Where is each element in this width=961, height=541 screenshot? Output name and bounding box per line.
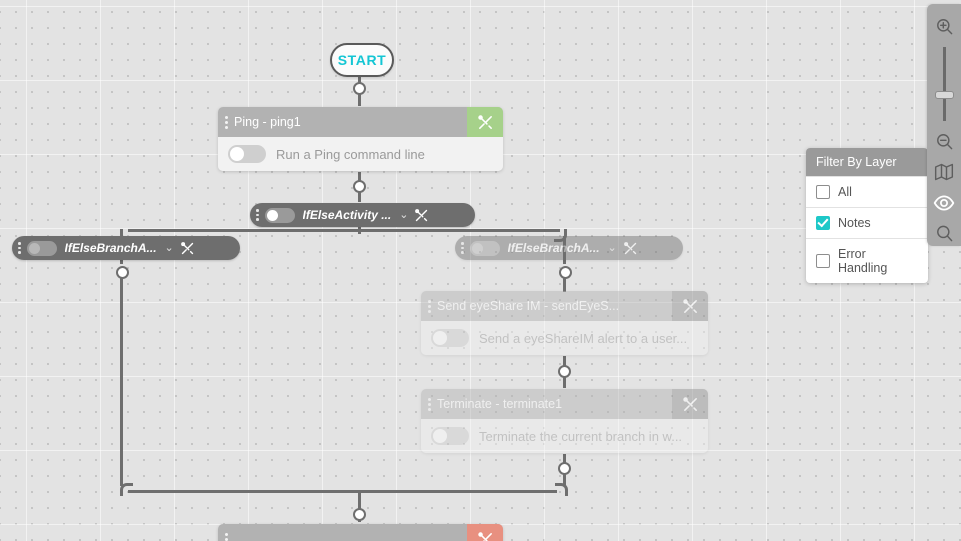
wrench-screwdriver-icon[interactable] bbox=[467, 107, 503, 137]
card-description: Send a eyeShareIM alert to a user... bbox=[479, 330, 688, 346]
filter-option-all[interactable]: All bbox=[806, 176, 928, 207]
wrench-screwdriver-icon[interactable] bbox=[414, 208, 429, 223]
card-header[interactable] bbox=[218, 524, 503, 541]
zoom-in-icon[interactable] bbox=[931, 14, 957, 39]
wrench-screwdriver-icon[interactable] bbox=[180, 241, 195, 256]
activity-card-ping[interactable]: Ping - ping1 Run a Ping command line bbox=[218, 107, 503, 171]
wrench-screwdriver-icon[interactable] bbox=[467, 524, 503, 541]
connector-joint bbox=[558, 365, 571, 378]
filter-option-error-handling[interactable]: Error Handling bbox=[806, 238, 928, 283]
card-title: Send eyeShare IM - sendEyeS... bbox=[437, 299, 620, 313]
connector-merge-bus bbox=[128, 490, 557, 493]
card-body: Send a eyeShareIM alert to a user... bbox=[421, 321, 708, 355]
connector-joint bbox=[558, 462, 571, 475]
card-header[interactable]: Send eyeShare IM - sendEyeS... bbox=[421, 291, 708, 321]
enable-toggle[interactable] bbox=[431, 427, 469, 445]
card-title: Ping - ping1 bbox=[234, 115, 301, 129]
card-title bbox=[234, 524, 467, 541]
activity-card-bottom-partial[interactable] bbox=[218, 524, 503, 541]
drag-handle-icon[interactable] bbox=[461, 242, 464, 254]
activity-card-terminate[interactable]: Terminate - terminate1 Terminate the cur… bbox=[421, 389, 708, 453]
filter-option-notes[interactable]: Notes bbox=[806, 207, 928, 238]
checkbox-notes[interactable] bbox=[816, 216, 830, 230]
filter-option-label: Error Handling bbox=[838, 247, 888, 275]
drag-handle-icon[interactable] bbox=[256, 209, 259, 221]
enable-toggle[interactable] bbox=[228, 145, 266, 163]
canvas-toolbar[interactable] bbox=[927, 4, 961, 246]
activity-card-send-eyeshare-im[interactable]: Send eyeShare IM - sendEyeS... Send a ey… bbox=[421, 291, 708, 355]
connector-left-branch-trunk bbox=[120, 272, 123, 486]
ifelse-branch-right-node[interactable]: IfElseBranchA... ⌄ bbox=[455, 236, 683, 260]
ifelse-branch-left-node[interactable]: IfElseBranchA... ⌄ bbox=[12, 236, 240, 260]
chevron-down-icon[interactable]: ⌄ bbox=[165, 242, 174, 254]
chevron-down-icon[interactable]: ⌄ bbox=[399, 209, 408, 221]
wrench-screwdriver-icon[interactable] bbox=[623, 241, 638, 256]
card-title: Terminate - terminate1 bbox=[437, 397, 563, 411]
drag-handle-icon[interactable] bbox=[18, 242, 21, 254]
connector-joint bbox=[559, 266, 572, 279]
start-node-label: START bbox=[337, 52, 387, 68]
node-label: IfElseBranchA... bbox=[507, 241, 600, 255]
card-description: Terminate the current branch in w... bbox=[479, 428, 683, 444]
card-description: Run a Ping command line bbox=[276, 146, 425, 162]
eye-icon[interactable] bbox=[931, 191, 957, 216]
enable-toggle[interactable] bbox=[264, 207, 295, 223]
drag-handle-icon[interactable] bbox=[421, 389, 437, 419]
start-node[interactable]: START bbox=[330, 43, 394, 77]
card-body: Run a Ping command line bbox=[218, 137, 503, 171]
workflow-canvas[interactable]: START Ping - ping1 Run a Ping command li… bbox=[0, 0, 961, 541]
node-label: IfElseActivity ... bbox=[302, 208, 392, 222]
drag-handle-icon[interactable] bbox=[218, 107, 234, 137]
zoom-slider-handle[interactable] bbox=[934, 90, 954, 99]
enable-toggle[interactable] bbox=[26, 240, 57, 256]
chevron-down-icon[interactable]: ⌄ bbox=[608, 242, 617, 254]
card-header[interactable]: Ping - ping1 bbox=[218, 107, 503, 137]
enable-toggle[interactable] bbox=[431, 329, 469, 347]
card-header[interactable]: Terminate - terminate1 bbox=[421, 389, 708, 419]
checkbox-error-handling[interactable] bbox=[816, 254, 830, 268]
filter-option-label: Notes bbox=[838, 216, 871, 230]
zoom-out-icon[interactable] bbox=[931, 129, 957, 154]
wrench-screwdriver-icon[interactable] bbox=[672, 291, 708, 321]
connector-joint bbox=[353, 180, 366, 193]
panel-title: Filter By Layer bbox=[806, 148, 928, 176]
node-label: IfElseBranchA... bbox=[64, 241, 157, 255]
map-icon[interactable] bbox=[931, 160, 957, 185]
wrench-screwdriver-icon[interactable] bbox=[672, 389, 708, 419]
drag-handle-icon[interactable] bbox=[421, 291, 437, 321]
card-body: Terminate the current branch in w... bbox=[421, 419, 708, 453]
filter-by-layer-panel[interactable]: Filter By Layer All Notes Error Handling bbox=[806, 148, 928, 283]
connector-joint bbox=[116, 266, 129, 279]
filter-option-label: All bbox=[838, 185, 852, 199]
connector-joint bbox=[353, 82, 366, 95]
enable-toggle[interactable] bbox=[469, 240, 500, 256]
connector-joint bbox=[353, 508, 366, 521]
zoom-slider[interactable] bbox=[934, 46, 954, 121]
connector-split-bus bbox=[128, 229, 560, 232]
search-icon[interactable] bbox=[931, 221, 957, 246]
checkbox-all[interactable] bbox=[816, 185, 830, 199]
drag-handle-icon[interactable] bbox=[218, 524, 234, 541]
ifelse-activity-node[interactable]: IfElseActivity ... ⌄ bbox=[250, 203, 475, 227]
